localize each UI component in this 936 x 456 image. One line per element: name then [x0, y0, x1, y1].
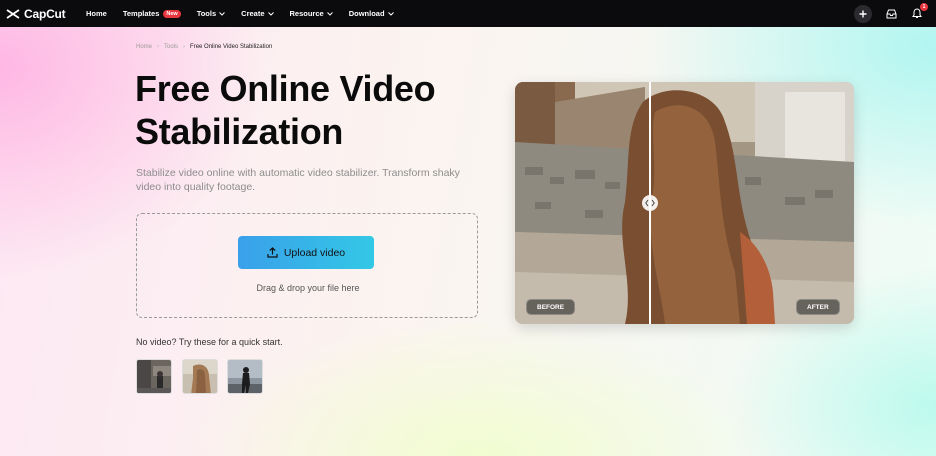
create-new-button[interactable]: [854, 4, 872, 23]
upload-dropzone[interactable]: Upload video Drag & drop your file here: [136, 213, 478, 318]
capcut-logo-icon: [6, 8, 20, 19]
nav-item-label: Tools: [196, 9, 217, 18]
page-subtitle: Stabilize video online with automatic vi…: [136, 167, 460, 193]
nav-item-label: Home: [86, 9, 107, 18]
chevron-down-icon: [267, 11, 274, 16]
breadcrumb-home[interactable]: Home: [136, 44, 152, 50]
before-label: BEFORE: [526, 299, 576, 315]
sample-video-1-image: [137, 360, 171, 393]
drag-arrows-icon: [645, 199, 655, 207]
top-nav: CapCut Home Templates New Tools Create R…: [0, 0, 936, 27]
nav-item-label: Templates: [122, 9, 160, 18]
notification-count: 1: [920, 2, 928, 11]
nav-item-label: Resource: [289, 9, 324, 18]
plus-icon: [859, 10, 867, 17]
nav-item-templates[interactable]: Templates New: [123, 9, 181, 18]
brand-name: CapCut: [24, 6, 66, 21]
sample-video-thumbnail[interactable]: [227, 359, 263, 394]
new-badge: New: [163, 9, 181, 18]
sample-video-2-image: [183, 360, 217, 393]
chevron-down-icon: [387, 11, 394, 16]
notifications-button[interactable]: 1: [910, 2, 928, 21]
nav-item-tools[interactable]: Tools: [196, 9, 226, 18]
sample-video-thumbnail[interactable]: [136, 359, 172, 394]
nav-item-label: Create: [241, 9, 265, 18]
nav-item-home[interactable]: Home: [86, 9, 107, 18]
breadcrumb: Home › Tools › Free Online Video Stabili…: [136, 44, 272, 50]
page-title: Free Online Video Stabilization: [135, 68, 436, 152]
nav-item-label: Download: [348, 9, 385, 18]
after-label: AFTER: [796, 299, 840, 315]
breadcrumb-current: Free Online Video Stabilization: [190, 44, 273, 50]
nav-item-resource[interactable]: Resource: [290, 9, 333, 18]
sample-video-thumbnail[interactable]: [182, 359, 218, 394]
before-after-preview: BEFORE AFTER: [515, 82, 854, 324]
compare-slider-handle[interactable]: [642, 195, 658, 211]
inbox-icon: [886, 9, 896, 18]
upload-button-label: Upload video: [283, 246, 346, 259]
chevron-down-icon: [326, 11, 333, 16]
upload-video-button[interactable]: Upload video: [238, 236, 374, 269]
breadcrumb-tools[interactable]: Tools: [164, 44, 178, 50]
stabilization-preview-image: [515, 82, 854, 324]
nav-actions: 1: [854, 0, 936, 27]
nav-item-download[interactable]: Download: [349, 9, 394, 18]
nav-item-create[interactable]: Create: [241, 9, 274, 18]
upload-icon: [267, 247, 278, 258]
capcut-logo[interactable]: CapCut: [6, 7, 76, 21]
breadcrumb-separator: ›: [157, 44, 160, 50]
inbox-button[interactable]: [884, 7, 898, 21]
breadcrumb-separator: ›: [183, 44, 186, 50]
drag-drop-hint: Drag & drop your file here: [256, 283, 360, 293]
chevron-down-icon: [219, 11, 226, 16]
sample-videos-label: No video? Try these for a quick start.: [136, 337, 283, 347]
sample-video-3-image: [228, 360, 262, 393]
